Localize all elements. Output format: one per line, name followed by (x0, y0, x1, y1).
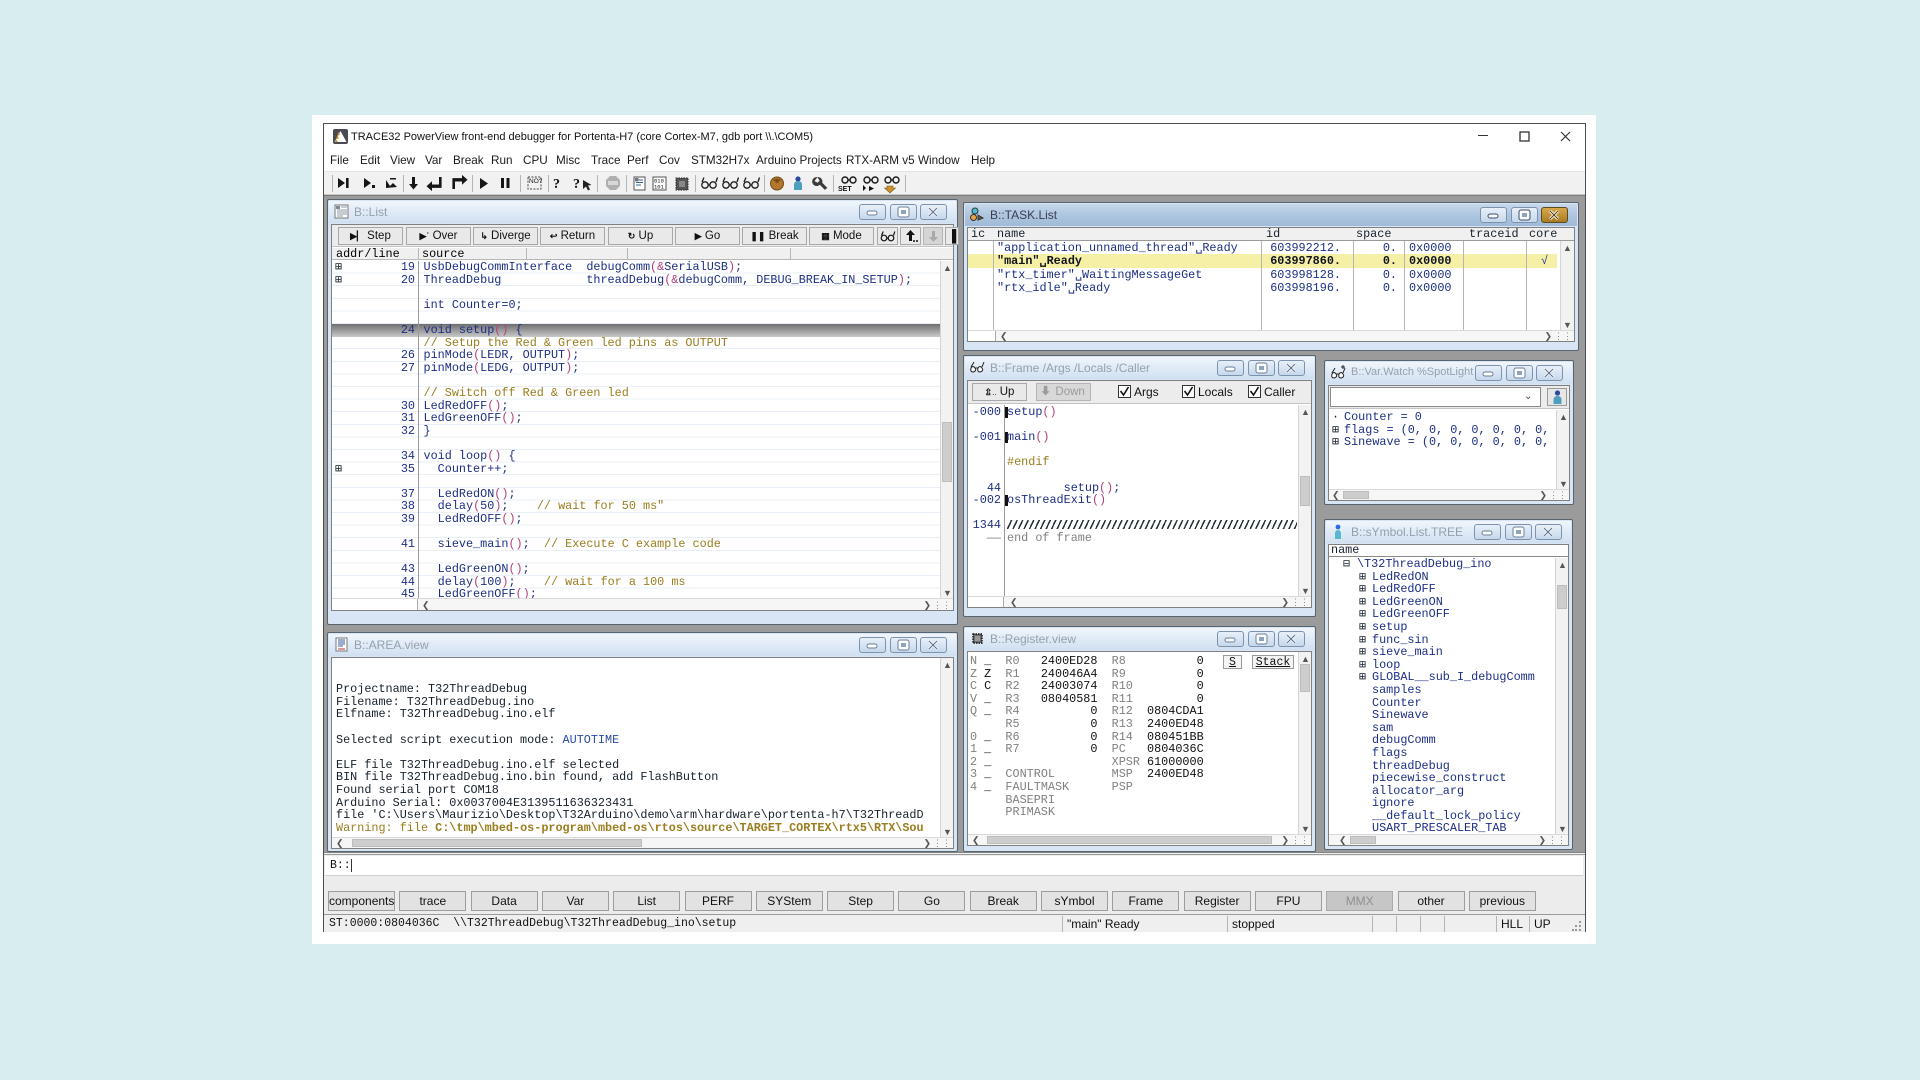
svg-text:?: ? (573, 177, 580, 192)
svg-text:?: ? (553, 177, 560, 192)
svg-text:NO?: NO? (529, 178, 543, 185)
svg-text:SET: SET (838, 186, 852, 193)
svg-text:101: 101 (654, 184, 665, 191)
